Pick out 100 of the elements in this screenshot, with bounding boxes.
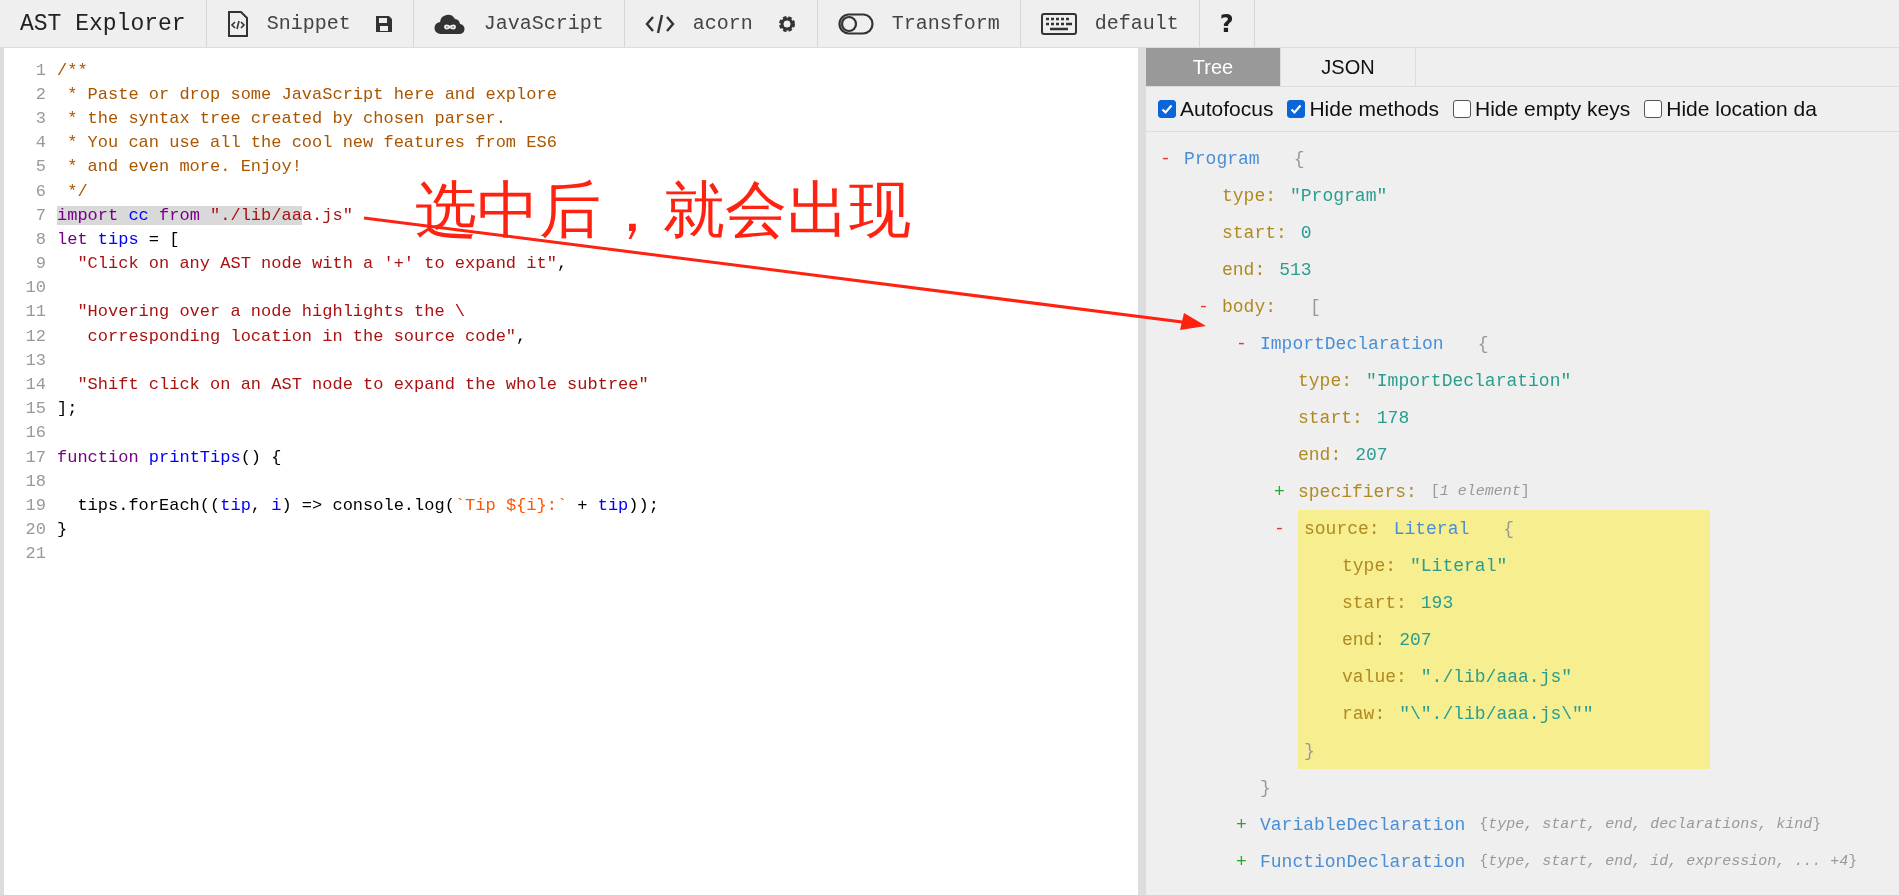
close-bracket: } bbox=[1304, 740, 1315, 761]
keyboard-icon bbox=[1040, 12, 1077, 35]
line-number: 17 bbox=[24, 447, 47, 467]
line-number: 20 bbox=[24, 520, 47, 540]
checkbox[interactable] bbox=[1287, 100, 1306, 118]
node-type[interactable]: Program bbox=[1184, 148, 1260, 169]
cloud-icon bbox=[433, 12, 466, 35]
file-code-icon bbox=[226, 10, 249, 37]
expand-toggle[interactable]: - bbox=[1274, 518, 1285, 539]
code-line: import cc from "./lib/aaa.js" bbox=[57, 205, 353, 225]
node-type[interactable]: VariableDeclaration bbox=[1260, 814, 1466, 835]
node-summary: [1 element] bbox=[1430, 483, 1530, 500]
toolbar-button[interactable]: Transform bbox=[825, 0, 1012, 47]
close-bracket: } bbox=[1260, 777, 1271, 798]
property-key: end: bbox=[1342, 629, 1386, 650]
open-bracket: { bbox=[1503, 518, 1515, 539]
output-tab[interactable]: Tree bbox=[1146, 48, 1281, 86]
line-number: 16 bbox=[24, 423, 47, 443]
code-line: * and even more. Enjoy! bbox=[66, 157, 302, 177]
code-line: } bbox=[57, 520, 68, 540]
option-label: Hide location da bbox=[1666, 97, 1817, 121]
line-number: 21 bbox=[24, 544, 47, 564]
property-key: type: bbox=[1342, 555, 1396, 576]
code-line: * Paste or drop some JavaScript here and explore bbox=[66, 84, 557, 104]
code-line: function printTips() { bbox=[57, 447, 282, 467]
checkbox[interactable] bbox=[1453, 100, 1471, 118]
property-value: 193 bbox=[1420, 592, 1454, 613]
expand-toggle[interactable]: - bbox=[1198, 296, 1209, 317]
expand-toggle[interactable]: - bbox=[1236, 333, 1247, 354]
property-value: "./lib/aaa.js" bbox=[1420, 666, 1573, 687]
line-number: 8 bbox=[34, 229, 47, 249]
toolbar-button[interactable]: acorn bbox=[632, 0, 765, 47]
option-label: Hide empty keys bbox=[1475, 97, 1631, 121]
property-key: raw: bbox=[1342, 703, 1386, 724]
property-key: start: bbox=[1222, 222, 1287, 243]
property-value: 178 bbox=[1376, 407, 1410, 428]
property-key: source: bbox=[1304, 518, 1380, 539]
property-value: "ImportDeclaration" bbox=[1366, 370, 1572, 391]
line-number: 13 bbox=[24, 350, 47, 370]
toggle-icon bbox=[837, 12, 874, 35]
node-type[interactable]: FunctionDeclaration bbox=[1260, 851, 1466, 872]
property-key: start: bbox=[1298, 407, 1363, 428]
line-number: 15 bbox=[24, 399, 47, 419]
line-number: 1 bbox=[34, 60, 47, 80]
checkbox[interactable] bbox=[1158, 100, 1176, 118]
property-value: 207 bbox=[1355, 444, 1388, 465]
line-number: 19 bbox=[24, 495, 47, 515]
line-number: 18 bbox=[24, 471, 47, 491]
code-line: ]; bbox=[57, 399, 78, 419]
open-bracket: [ bbox=[1310, 296, 1321, 317]
property-key: specifiers: bbox=[1298, 481, 1417, 502]
property-key: type: bbox=[1298, 370, 1352, 391]
splitter-handle[interactable] bbox=[1138, 48, 1146, 895]
property-value: "Literal" bbox=[1410, 555, 1508, 576]
node-type[interactable]: Literal bbox=[1393, 518, 1470, 539]
line-number: 7 bbox=[34, 205, 47, 225]
expand-toggle[interactable]: + bbox=[1274, 481, 1285, 502]
option-label: Autofocus bbox=[1180, 97, 1274, 121]
toolbar-button[interactable]: JavaScript bbox=[421, 0, 616, 47]
line-number: 2 bbox=[34, 84, 47, 104]
property-key: value: bbox=[1342, 666, 1407, 687]
line-number: 9 bbox=[34, 254, 47, 274]
open-bracket: { bbox=[1293, 148, 1305, 169]
expand-toggle[interactable]: + bbox=[1236, 814, 1247, 835]
node-type[interactable]: ImportDeclaration bbox=[1260, 333, 1444, 354]
line-number: 5 bbox=[34, 157, 47, 177]
line-number: 14 bbox=[24, 375, 47, 395]
code-line: /** bbox=[57, 60, 88, 80]
property-key: start: bbox=[1342, 592, 1407, 613]
checkbox[interactable] bbox=[1644, 100, 1663, 118]
save-icon bbox=[374, 14, 393, 33]
property-value: "Program" bbox=[1290, 185, 1388, 206]
line-number: 4 bbox=[34, 133, 47, 153]
property-key: body: bbox=[1222, 296, 1276, 317]
line-number: 12 bbox=[24, 326, 47, 346]
line-number: 10 bbox=[24, 278, 47, 298]
toolbar-button[interactable]: ? bbox=[1207, 0, 1246, 47]
property-value: 513 bbox=[1279, 259, 1312, 280]
code-icon bbox=[644, 12, 675, 35]
node-summary: {type, start, end, id, expression, ... +4} bbox=[1479, 853, 1858, 870]
property-value: 207 bbox=[1399, 629, 1432, 650]
open-bracket: { bbox=[1477, 333, 1489, 354]
settings-icon bbox=[776, 13, 797, 34]
code-line: let tips = [ bbox=[57, 229, 180, 249]
expand-toggle[interactable]: - bbox=[1160, 148, 1171, 169]
code-line: * the syntax tree created by chosen parser. bbox=[66, 108, 506, 128]
expand-toggle[interactable]: + bbox=[1236, 851, 1247, 872]
toolbar-button[interactable]: default bbox=[1028, 0, 1191, 47]
code-line: "Shift click on an AST node to expand the whole subtree" bbox=[76, 375, 649, 395]
code-line: * You can use all the cool new features from ES6 bbox=[66, 133, 557, 153]
toolbar-button[interactable]: Snippet bbox=[214, 0, 363, 47]
line-number: 3 bbox=[34, 108, 47, 128]
code-line: "Click on any AST node with a '+' to expand it", bbox=[76, 254, 568, 274]
code-line: tips.forEach((tip, i) => console.log(`Tip ${i}:` + tip)); bbox=[76, 495, 659, 515]
code-line: "Hovering over a node highlights the \ bbox=[76, 302, 466, 322]
option-label: Hide methods bbox=[1309, 97, 1439, 121]
property-key: type: bbox=[1222, 185, 1276, 206]
code-line: */ bbox=[66, 181, 88, 201]
app-title: AST Explorer bbox=[19, 10, 187, 37]
line-number: 6 bbox=[34, 181, 47, 201]
